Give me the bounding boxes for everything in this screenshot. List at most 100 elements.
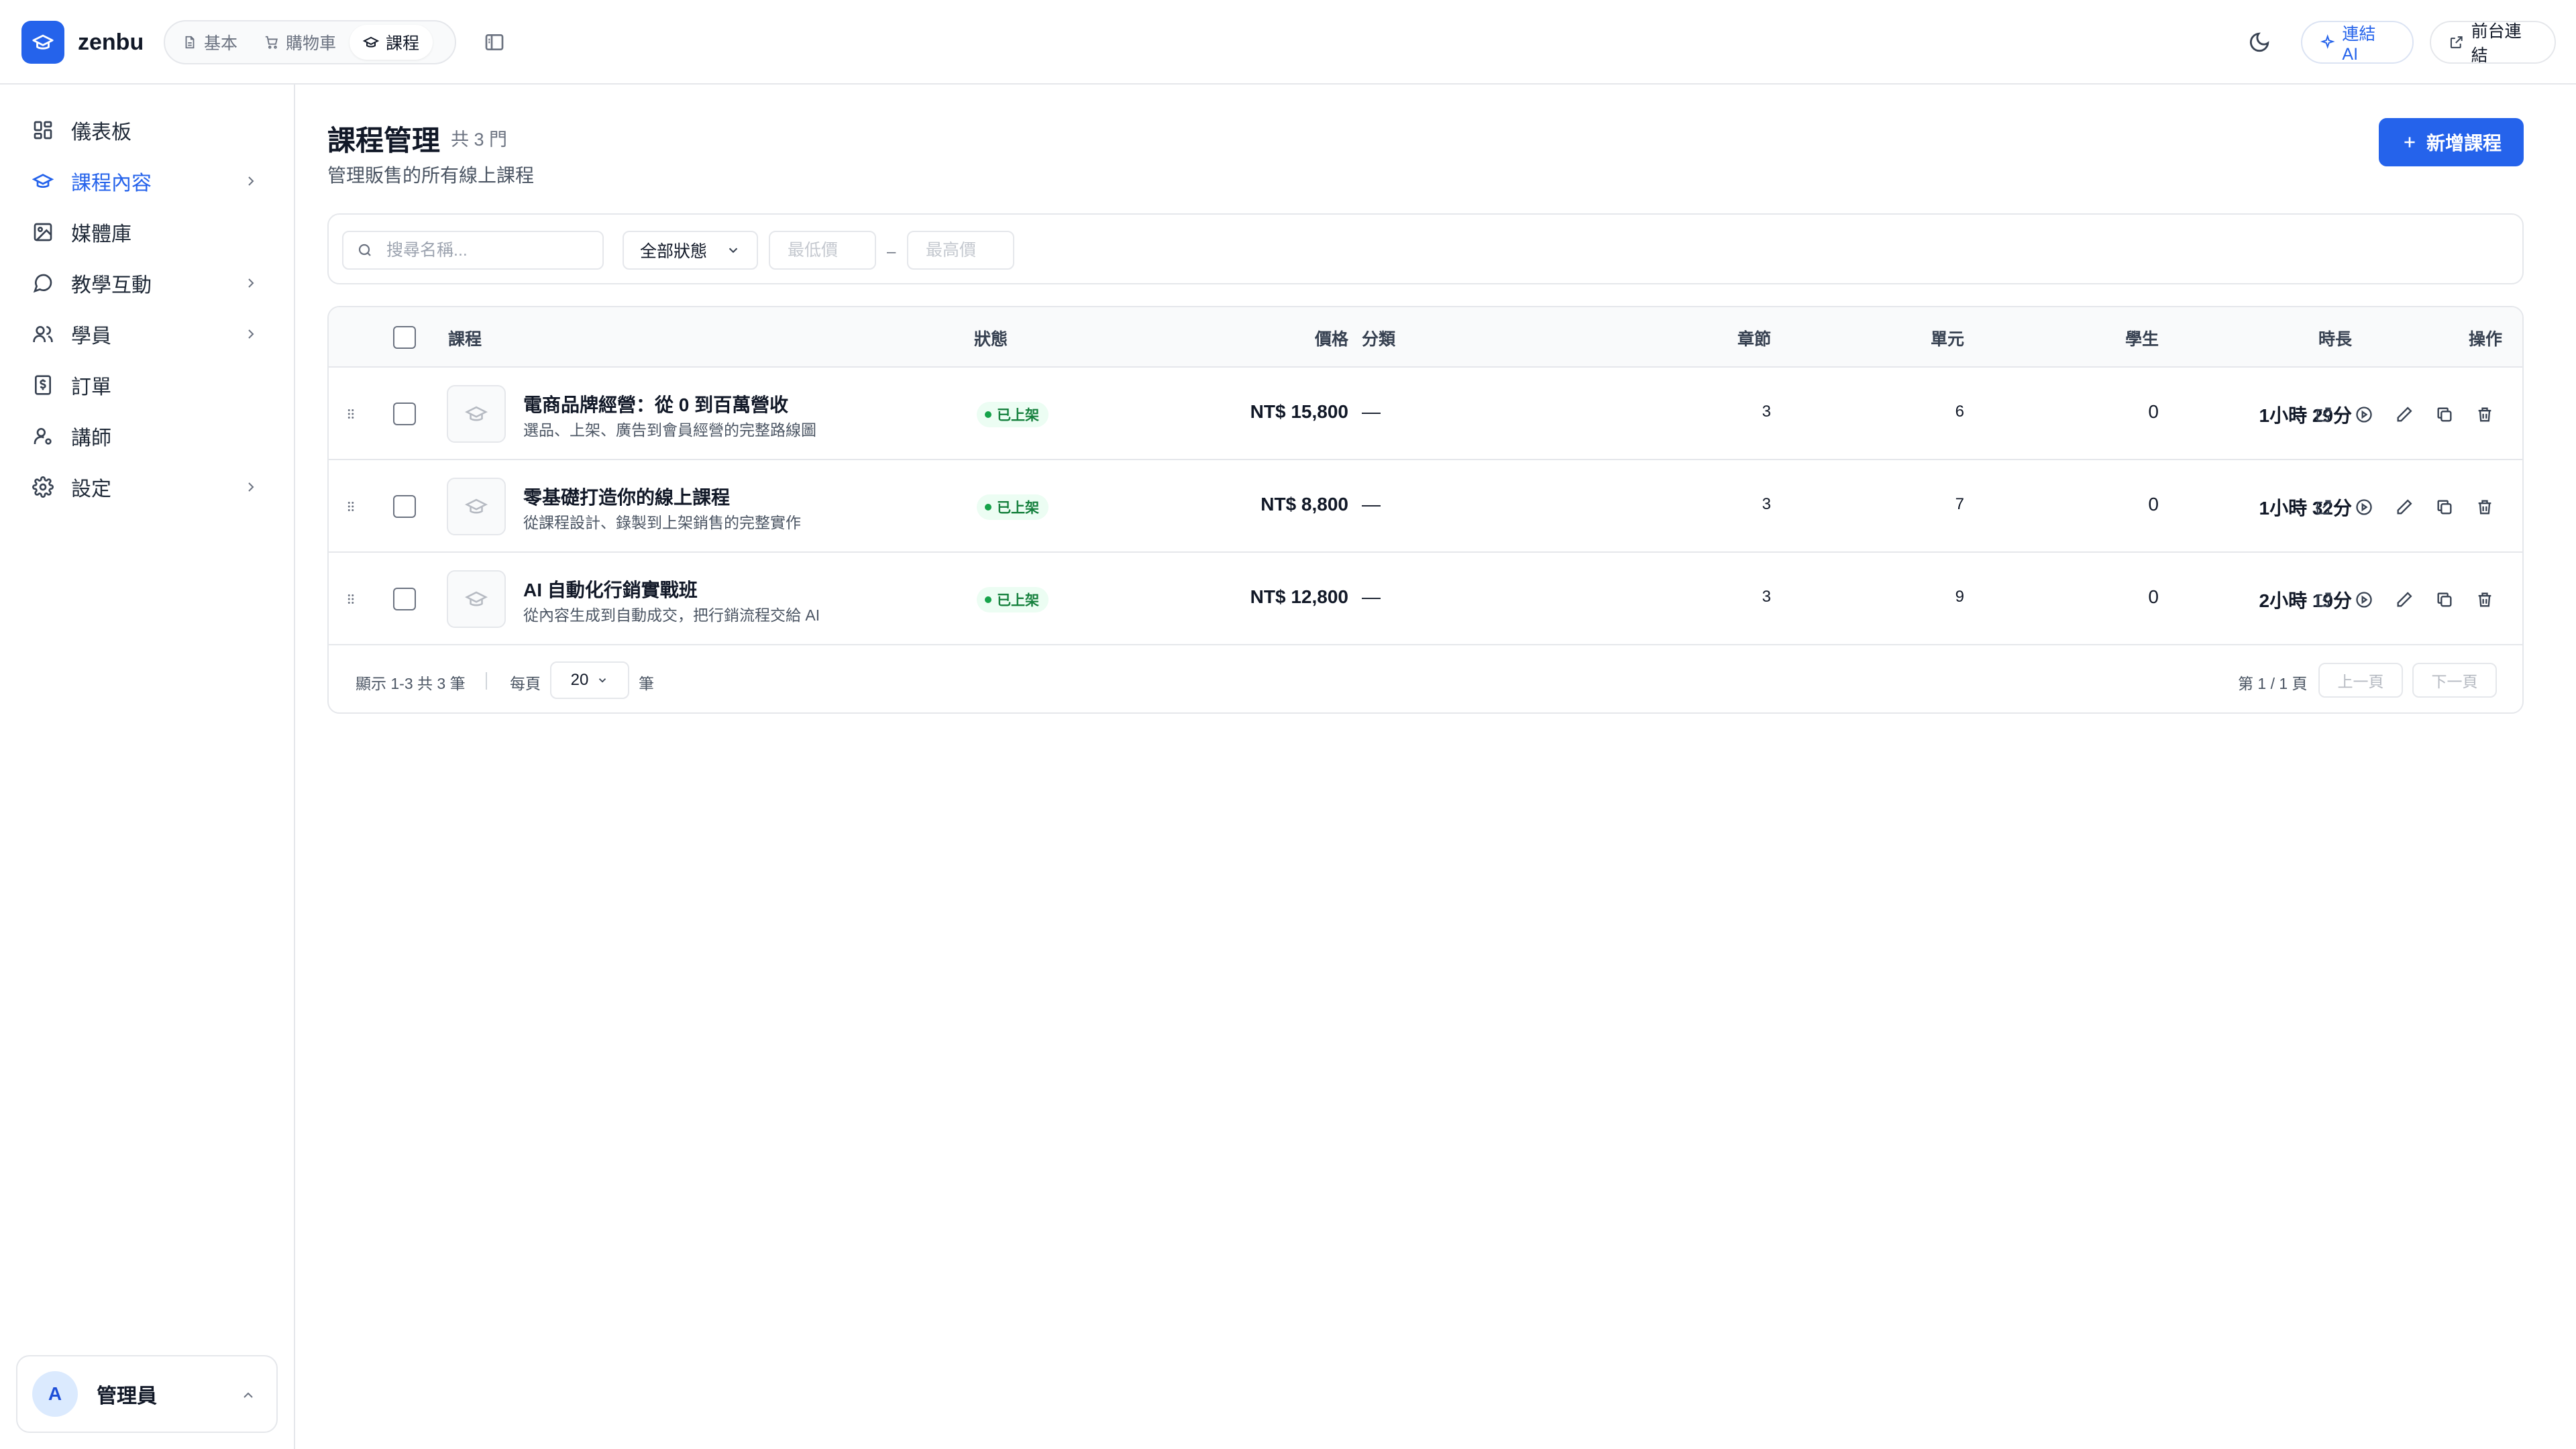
- frontend-link-button[interactable]: 前台連結: [2430, 21, 2556, 65]
- course-price: NT$ 12,800: [1250, 586, 1348, 607]
- header-price: 價格: [1314, 330, 1348, 349]
- table-footer: 顯示 1-3 共 3 筆 每頁 20 筆 第 1 / 1 頁 上一頁 下一頁: [329, 645, 2522, 712]
- search-field[interactable]: [342, 231, 604, 270]
- delete-button[interactable]: [2471, 494, 2498, 521]
- course-thumbnail: [447, 385, 506, 443]
- select-all-checkbox[interactable]: [393, 326, 416, 349]
- status-badge: 已上架: [977, 402, 1049, 427]
- row-actions: [2310, 401, 2498, 428]
- header-students: 學生: [2125, 330, 2159, 349]
- search-input[interactable]: [385, 239, 586, 261]
- table-header: 課程 狀態 價格 分類 章節 單元 學生 時長 操作: [329, 307, 2522, 368]
- max-price-field[interactable]: [907, 231, 1014, 270]
- row-checkbox[interactable]: [393, 495, 416, 518]
- delete-button[interactable]: [2471, 401, 2498, 428]
- chevron-up-icon: [235, 1382, 262, 1409]
- course-units: 7: [1955, 495, 1964, 513]
- user-name: 管理員: [97, 1385, 157, 1407]
- copy-icon: [2437, 407, 2452, 422]
- drag-handle-icon[interactable]: [341, 496, 361, 517]
- course-category: —: [1362, 494, 1381, 515]
- table-row[interactable]: 電商品牌經營：從 0 到百萬營收 選品、上架、廣告到會員經營的完整路線圖 已上架…: [329, 368, 2522, 460]
- drag-handle-icon[interactable]: [341, 404, 361, 424]
- delete-button[interactable]: [2471, 586, 2498, 613]
- edit-button[interactable]: [2391, 401, 2418, 428]
- course-units: 9: [1955, 588, 1964, 606]
- user-menu[interactable]: A 管理員: [16, 1355, 278, 1433]
- graduation-cap-icon: [30, 168, 56, 195]
- status-text: 已上架: [997, 500, 1039, 516]
- edit-button[interactable]: [2391, 586, 2418, 613]
- row-actions: [2310, 586, 2498, 613]
- prev-page-button[interactable]: 上一頁: [2318, 663, 2403, 698]
- pencil-icon: [2397, 499, 2412, 515]
- tab-cart[interactable]: 購物車: [251, 25, 350, 60]
- document-icon: [185, 36, 195, 49]
- table-row[interactable]: 零基礎打造你的線上課程 從課程設計、錄製到上架銷售的完整實作 已上架 NT$ 8…: [329, 460, 2522, 553]
- search-icon: [358, 244, 371, 256]
- header-course: 課程: [448, 330, 482, 349]
- course-title[interactable]: AI 自動化行銷實戰班: [523, 576, 698, 602]
- header-chapters: 章節: [1737, 330, 1771, 349]
- status-filter-select[interactable]: 全部狀態: [623, 231, 758, 270]
- row-checkbox[interactable]: [393, 402, 416, 425]
- row-checkbox[interactable]: [393, 588, 416, 610]
- course-count: 共 3 門: [451, 129, 508, 150]
- course-price: NT$ 15,800: [1250, 401, 1348, 422]
- sidebar-item-dashboard[interactable]: 儀表板: [30, 110, 264, 150]
- tab-basic[interactable]: 基本: [169, 25, 251, 60]
- trash-icon: [2478, 500, 2491, 515]
- sidebar-item-label: 媒體庫: [71, 223, 131, 246]
- trash-icon: [2478, 407, 2491, 422]
- duplicate-button[interactable]: [2431, 586, 2458, 613]
- sparkles-icon: [2320, 34, 2335, 49]
- per-page-value: 20: [570, 671, 589, 689]
- sidebar-toggle-button[interactable]: [482, 30, 507, 55]
- status-filter-value: 全部狀態: [640, 242, 708, 261]
- sidebar-item-settings[interactable]: 設定: [30, 467, 264, 507]
- table-row[interactable]: AI 自動化行銷實戰班 從內容生成到自動成交，把行銷流程交給 AI 已上架 NT…: [329, 553, 2522, 645]
- graduation-cap-icon: [465, 591, 488, 606]
- connect-ai-button[interactable]: 連結 AI: [2301, 21, 2414, 64]
- course-title[interactable]: 零基礎打造你的線上課程: [523, 483, 730, 510]
- chevron-right-icon: [237, 270, 264, 297]
- open-link-button[interactable]: [2310, 494, 2337, 521]
- user-cog-icon: [30, 423, 56, 449]
- status-dot: [985, 411, 991, 418]
- sidebar-item-instructors[interactable]: 講師: [30, 416, 264, 456]
- sidebar-item-orders[interactable]: 訂單: [30, 365, 264, 405]
- course-title[interactable]: 電商品牌經營：從 0 到百萬營收: [523, 390, 788, 417]
- app-logo[interactable]: [21, 21, 64, 64]
- per-page-select[interactable]: 20: [550, 661, 629, 699]
- sidebar-item-media[interactable]: 媒體庫: [30, 212, 264, 252]
- trash-icon: [2478, 592, 2491, 607]
- min-price-input[interactable]: [786, 239, 867, 261]
- avatar: A: [32, 1371, 78, 1417]
- min-price-field[interactable]: [769, 231, 876, 270]
- external-link-icon: [2316, 500, 2331, 515]
- external-link-icon: [2450, 36, 2463, 48]
- next-page-button[interactable]: 下一頁: [2412, 663, 2497, 698]
- tab-course[interactable]: 課程: [350, 25, 433, 60]
- course-category: —: [1362, 401, 1381, 422]
- status-text: 已上架: [997, 593, 1039, 608]
- preview-button[interactable]: [2351, 586, 2377, 613]
- drag-handle-icon[interactable]: [341, 589, 361, 609]
- max-price-input[interactable]: [924, 239, 1005, 261]
- preview-button[interactable]: [2351, 494, 2377, 521]
- sidebar-item-students[interactable]: 學員: [30, 314, 264, 354]
- edit-button[interactable]: [2391, 494, 2418, 521]
- graduation-cap-icon: [32, 34, 54, 50]
- duplicate-button[interactable]: [2431, 401, 2458, 428]
- pencil-icon: [2397, 407, 2412, 422]
- open-link-button[interactable]: [2310, 586, 2337, 613]
- showing-count: 顯示 1-3 共 3 筆: [356, 675, 466, 692]
- theme-toggle-button[interactable]: [2246, 29, 2273, 56]
- preview-button[interactable]: [2351, 401, 2377, 428]
- per-page-label: 每頁: [510, 675, 541, 692]
- sidebar-item-interaction[interactable]: 教學互動: [30, 263, 264, 303]
- duplicate-button[interactable]: [2431, 494, 2458, 521]
- sidebar-item-course-content[interactable]: 課程內容: [30, 161, 264, 201]
- new-course-button[interactable]: 新增課程: [2379, 118, 2524, 166]
- open-link-button[interactable]: [2310, 401, 2337, 428]
